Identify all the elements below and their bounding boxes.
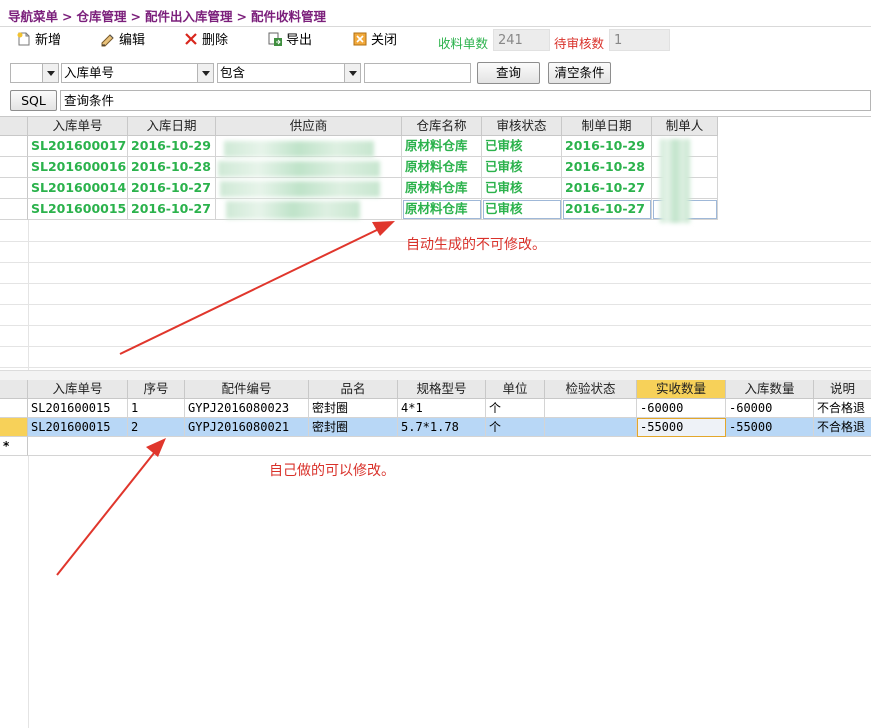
arrow-icon <box>56 438 166 576</box>
annotation-arrows <box>56 221 395 576</box>
arrow-icon <box>119 221 395 355</box>
